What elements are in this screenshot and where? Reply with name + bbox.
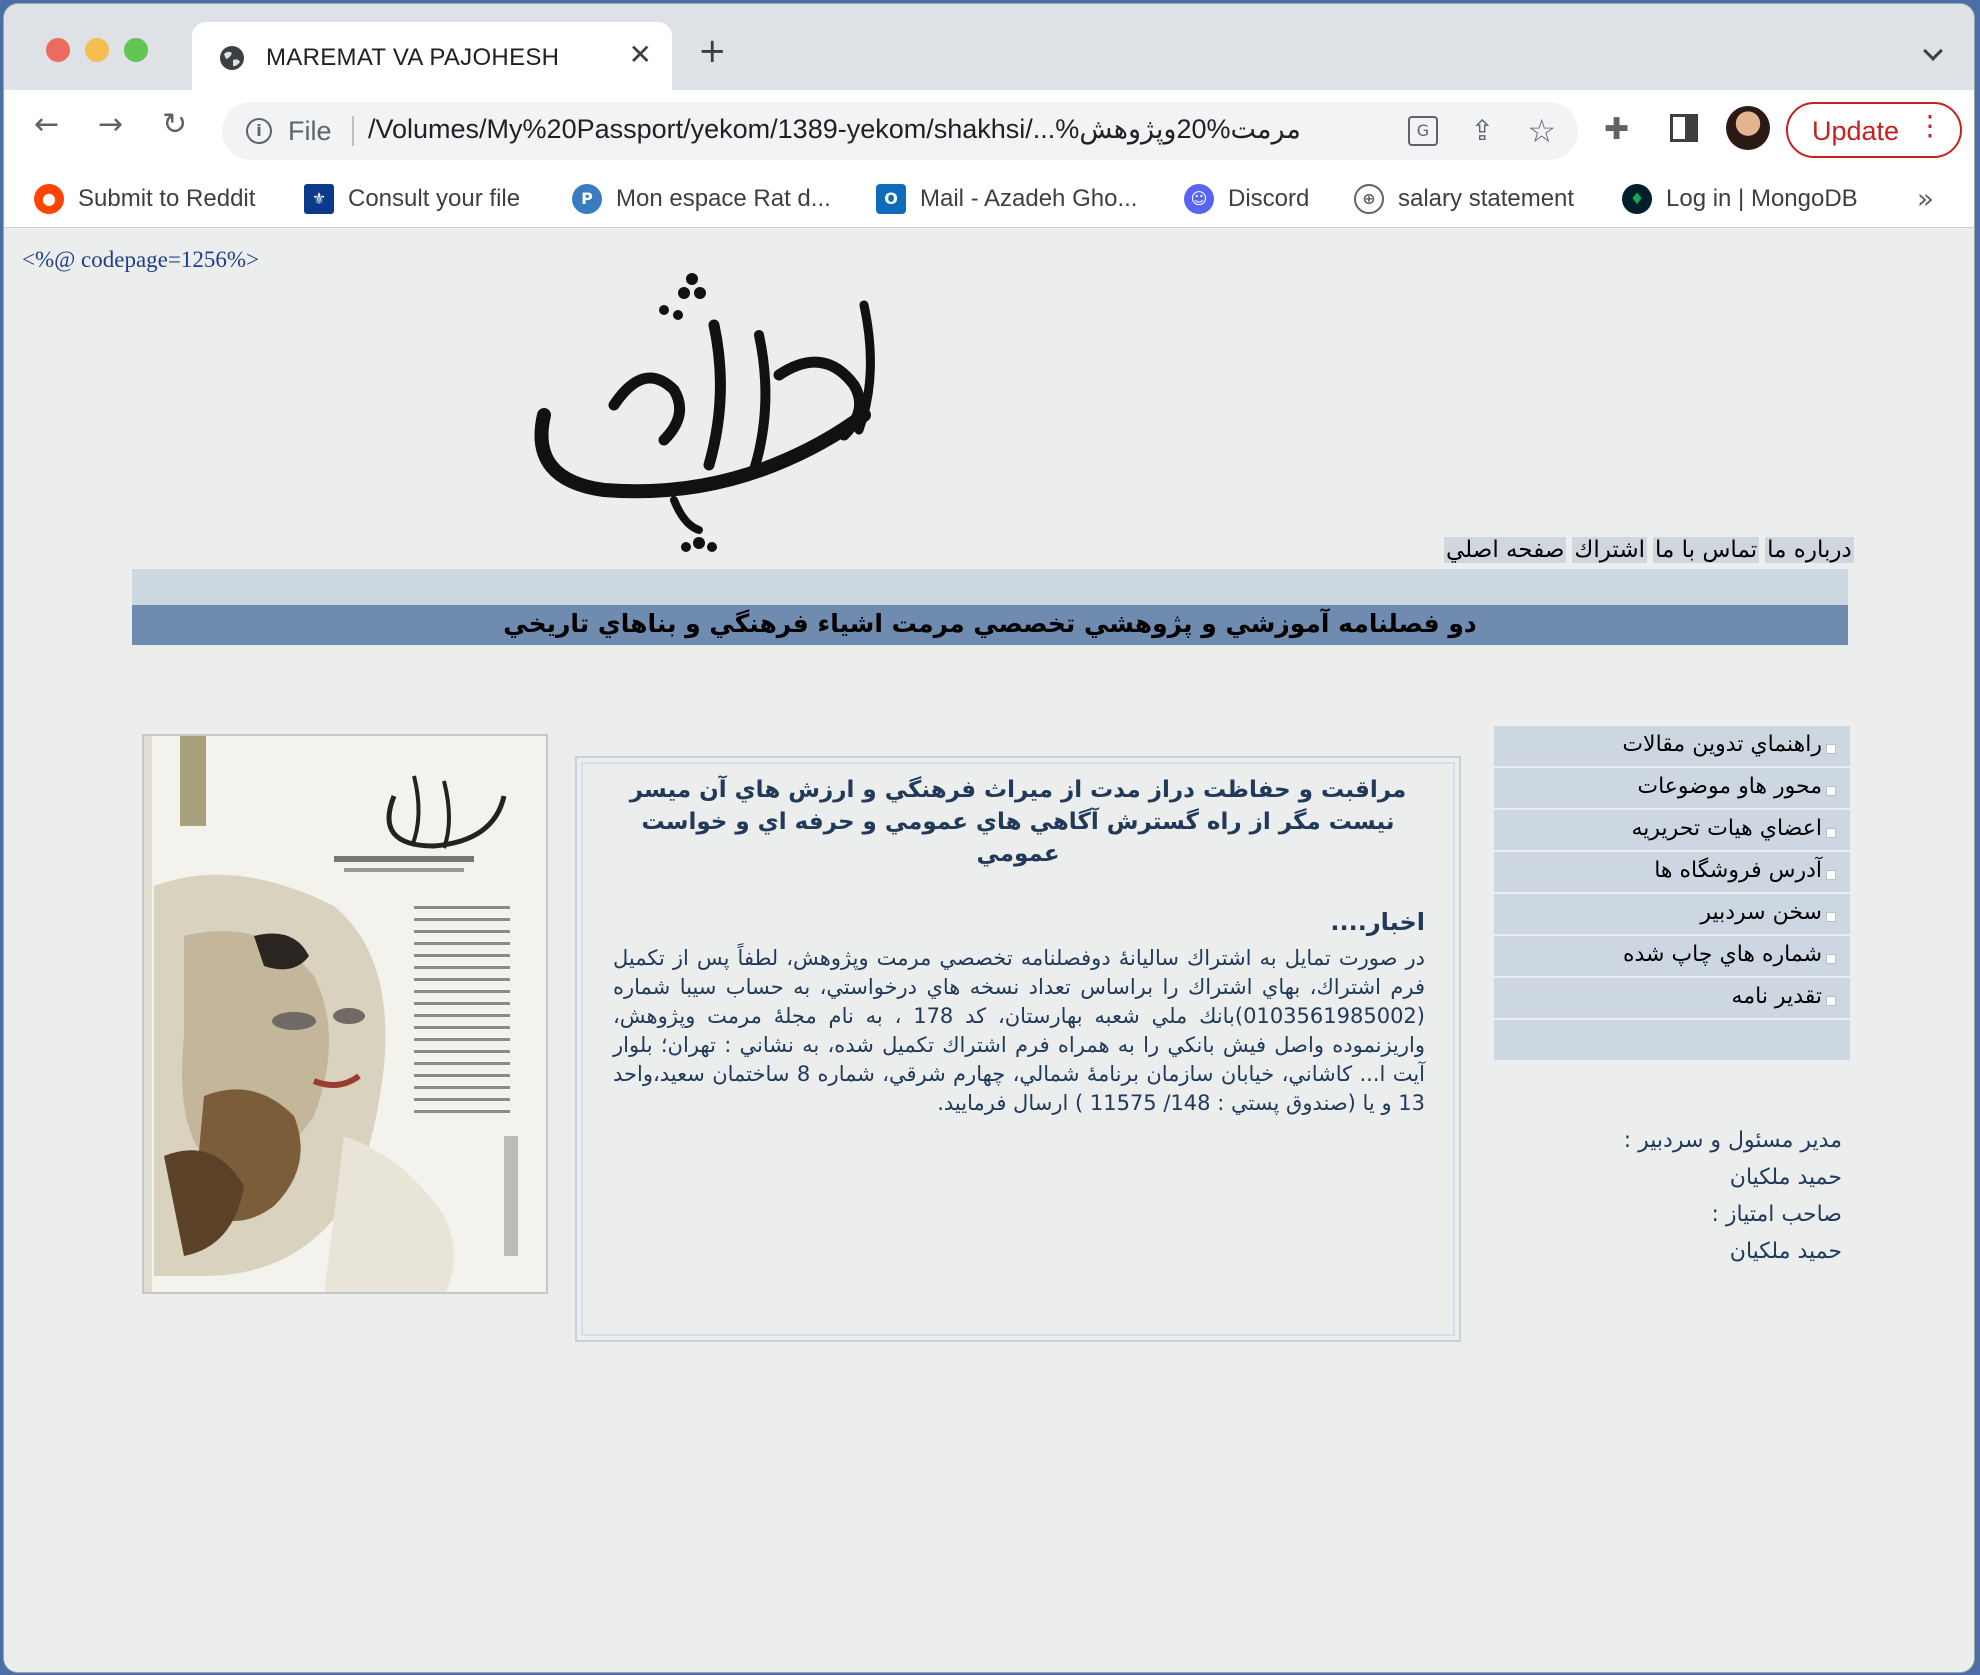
- news-body: در صورت تمايل به اشتراك ساليانهٔ دوفصلنا…: [613, 946, 1425, 1115]
- mongodb-leaf-icon: ♦: [1622, 184, 1652, 214]
- menu-item-appreciation[interactable]: تقدير نامه: [1494, 978, 1850, 1018]
- owner-label: صاحب امتياز :: [1711, 1202, 1843, 1227]
- calligraphy-logo: [534, 273, 875, 552]
- bullet-icon: [1826, 828, 1836, 838]
- menu-item-label: محور هاو موضوعات: [1637, 774, 1822, 799]
- browser-tab[interactable]: MAREMAT VA PAJOHESH ✕: [192, 22, 672, 90]
- bookmark-label: salary statement: [1398, 185, 1575, 212]
- zoom-window-button[interactable]: [124, 38, 148, 62]
- bullet-icon: [1826, 912, 1836, 922]
- bookmark-label: Discord: [1228, 185, 1310, 212]
- back-icon[interactable]: ←: [34, 110, 59, 140]
- new-tab-button[interactable]: +: [698, 34, 727, 68]
- bookmark-star-icon[interactable]: ☆: [1527, 112, 1556, 150]
- discord-icon: ☺: [1184, 184, 1214, 214]
- side-panel-icon[interactable]: [1670, 114, 1698, 142]
- codepage-directive: <%@ codepage=1256%>: [22, 247, 259, 272]
- bullet-icon: [1826, 744, 1836, 754]
- update-button[interactable]: Update ⋮: [1786, 102, 1962, 158]
- minimize-window-button[interactable]: [85, 38, 109, 62]
- globe-icon: [220, 46, 244, 70]
- profile-avatar[interactable]: [1726, 106, 1770, 150]
- bullet-icon: [1826, 786, 1836, 796]
- share-icon[interactable]: ⇪: [1471, 114, 1494, 147]
- omnibox-separator: [352, 116, 354, 146]
- nav-about[interactable]: درباره ما: [1765, 537, 1854, 563]
- extensions-puzzle-icon[interactable]: ✚: [1604, 112, 1629, 147]
- bookmark-reddit[interactable]: ● Submit to Reddit: [34, 178, 255, 220]
- menu-item-published-issues[interactable]: شماره هاي چاپ شده: [1494, 936, 1850, 976]
- menu-dots-icon[interactable]: ⋮: [1916, 112, 1944, 140]
- browser-toolbar: ← → ↻ i File /Volumes/My%20Passport/yeko…: [4, 90, 1974, 172]
- nav-contact[interactable]: تماس با ما: [1653, 537, 1760, 563]
- journal-title: دو فصلنامه آموزشي و پژوهشي تخصصي مرمت اش…: [503, 609, 1477, 638]
- menu-item-store-addresses[interactable]: آدرس فروشگاه ها: [1494, 852, 1850, 892]
- translate-icon[interactable]: G: [1408, 116, 1438, 146]
- menu-item-label: سخن سردبير: [1700, 900, 1822, 925]
- menu-spacer: [1494, 1020, 1850, 1060]
- address-bar[interactable]: i File /Volumes/My%20Passport/yekom/1389…: [222, 102, 1578, 160]
- close-window-button[interactable]: [46, 38, 70, 62]
- owner-name: حميد ملكيان: [1729, 1239, 1842, 1264]
- news-heading: اخبار....: [1330, 908, 1425, 936]
- bullet-icon: [1826, 954, 1836, 964]
- menu-item-editorial-board[interactable]: اعضاي هيات تحريريه: [1494, 810, 1850, 850]
- header-band-light: [132, 569, 1848, 605]
- reddit-icon: ●: [34, 184, 64, 214]
- bookmark-label: Consult your file: [348, 185, 521, 212]
- magazine-cover-image: [142, 734, 548, 1294]
- bookmark-mail[interactable]: O Mail - Azadeh Gho...: [876, 178, 1137, 220]
- tab-title: MAREMAT VA PAJOHESH: [266, 44, 560, 71]
- reload-icon[interactable]: ↻: [162, 110, 187, 140]
- menu-item-editor-note[interactable]: سخن سردبير: [1494, 894, 1850, 934]
- bookmark-discord[interactable]: ☺ Discord: [1184, 178, 1309, 220]
- header-band-dark: دو فصلنامه آموزشي و پژوهشي تخصصي مرمت اش…: [132, 605, 1848, 645]
- bookmark-mon-espace[interactable]: P Mon espace Rat d...: [572, 178, 831, 220]
- menu-item-label: آدرس فروشگاه ها: [1654, 858, 1822, 883]
- update-label: Update: [1812, 116, 1900, 146]
- tab-search-icon[interactable]: [1923, 41, 1943, 61]
- scheme-label: File: [288, 116, 332, 146]
- bookmark-label: Log in | MongoDB: [1666, 185, 1858, 212]
- bullet-icon: [1826, 870, 1836, 880]
- bookmark-label: Mon espace Rat d...: [616, 185, 831, 212]
- fleur-de-lis-icon: ⚜: [304, 184, 334, 214]
- editor-label: مدير مسئول و سردبير :: [1623, 1128, 1842, 1153]
- outlook-icon: O: [876, 184, 906, 214]
- news-panel-inner: مراقبت و حفاظت دراز مدت از ميراث فرهنگي …: [581, 762, 1455, 1336]
- bookmark-consult-file[interactable]: ⚜ Consult your file: [304, 178, 520, 220]
- bookmarks-bar: ● Submit to Reddit ⚜ Consult your file P…: [4, 172, 1974, 228]
- nav-home[interactable]: صفحه اصلي: [1444, 537, 1567, 563]
- url-text[interactable]: /Volumes/My%20Passport/yekom/1389-yekom/…: [368, 114, 1301, 145]
- menu-item-label: تقدير نامه: [1731, 984, 1822, 1009]
- globe-icon: ⊕: [1354, 184, 1384, 214]
- page-content: <%@ codepage=1256%> درباره ماتماس با ماا…: [4, 229, 1974, 1672]
- bookmark-label: Mail - Azadeh Gho...: [920, 185, 1138, 212]
- menu-item-label: اعضاي هيات تحريريه: [1631, 816, 1822, 841]
- mission-quote: مراقبت و حفاظت دراز مدت از ميراث فرهنگي …: [629, 777, 1407, 867]
- forward-icon[interactable]: →: [98, 110, 123, 140]
- side-menu: راهنماي تدوين مقالات محور هاو موضوعات اع…: [1494, 726, 1850, 1060]
- nav-subscribe[interactable]: اشتراك: [1572, 537, 1647, 563]
- close-tab-icon[interactable]: ✕: [629, 38, 652, 71]
- credits: مدير مسئول و سردبير : حميد ملكيان صاحب ا…: [1624, 1122, 1842, 1270]
- top-navigation: درباره ماتماس با مااشتراكصفحه اصلي: [1438, 537, 1854, 563]
- bookmark-mongodb[interactable]: ♦ Log in | MongoDB: [1622, 178, 1858, 220]
- cover-art: [144, 736, 546, 1292]
- bookmarks-overflow-icon[interactable]: »: [1917, 182, 1934, 215]
- menu-item-topics[interactable]: محور هاو موضوعات: [1494, 768, 1850, 808]
- bullet-icon: [1826, 996, 1836, 1006]
- p-circle-icon: P: [572, 184, 602, 214]
- menu-item-writing-guide[interactable]: راهنماي تدوين مقالات: [1494, 726, 1850, 766]
- browser-window: MAREMAT VA PAJOHESH ✕ + ← → ↻ i File /Vo…: [4, 4, 1974, 1672]
- bookmark-salary[interactable]: ⊕ salary statement: [1354, 178, 1574, 220]
- menu-item-label: راهنماي تدوين مقالات: [1622, 732, 1822, 757]
- bookmark-label: Submit to Reddit: [78, 185, 256, 212]
- editor-name: حميد ملكيان: [1729, 1165, 1842, 1190]
- tab-strip: MAREMAT VA PAJOHESH ✕ +: [4, 4, 1974, 90]
- menu-item-label: شماره هاي چاپ شده: [1622, 942, 1822, 967]
- site-info-icon[interactable]: i: [246, 118, 272, 144]
- news-panel: مراقبت و حفاظت دراز مدت از ميراث فرهنگي …: [575, 756, 1461, 1342]
